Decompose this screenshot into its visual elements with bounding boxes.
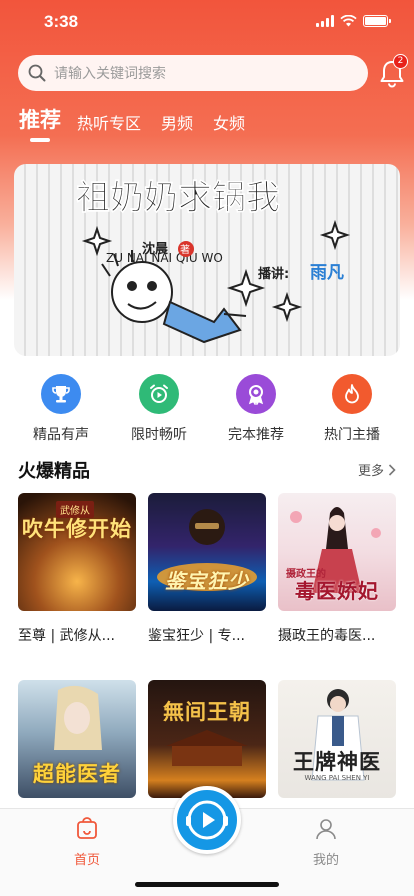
status-bar: 3:38: [0, 0, 414, 48]
cover-title: 毒医娇妃: [295, 579, 379, 603]
cover-title: 鉴宝狂少: [165, 569, 249, 593]
quick-entry-label: 精品有声: [33, 427, 89, 443]
quick-entry-limited-free[interactable]: 限时畅听: [109, 374, 209, 444]
nav-home[interactable]: 首页: [57, 817, 117, 868]
book-cover: 武修从 吹牛修开始: [18, 493, 136, 611]
quick-entry-row: 精品有声 限时畅听 完本推荐 热门主播: [0, 374, 414, 444]
book-cover: 超能医者: [18, 680, 136, 798]
book-cover: 王牌神医 WANG PAI SHEN YI: [278, 680, 396, 798]
home-indicator: [135, 882, 279, 887]
notification-badge: 2: [393, 54, 408, 69]
featured-banner[interactable]: 祖奶奶求锅我 ZU NAI NAI QIU WO 沈晨 著 播讲: 雨凡: [14, 164, 400, 356]
cover-title: 無间王朝: [163, 699, 251, 724]
tab-recommend[interactable]: 推荐: [19, 104, 61, 134]
more-label: 更多: [357, 464, 384, 479]
banner-title-line1: 祖奶奶求锅我: [76, 178, 280, 218]
tab-female[interactable]: 女频: [213, 110, 245, 134]
banner-author: 沈晨: [142, 241, 169, 257]
book-card[interactable]: 鉴宝狂少 鉴宝狂少 | 专...: [148, 493, 266, 645]
person-icon: [316, 819, 336, 840]
banner-narrator-label: 播讲:: [258, 266, 289, 282]
quick-entry-premium-audio[interactable]: 精品有声: [11, 374, 111, 444]
book-title: 摄政王的毒医...: [278, 628, 376, 644]
quick-entry-hot-anchors[interactable]: 热门主播: [302, 374, 402, 444]
book-title: 至尊 | 武修从...: [18, 628, 115, 644]
tab-male[interactable]: 男频: [161, 110, 193, 134]
banner-author-seal: 著: [180, 243, 190, 256]
flame-icon: [332, 374, 372, 414]
book-card[interactable]: 摄政王的 毒医娇妃 摄政王的毒医...: [278, 493, 396, 645]
quick-entry-label: 限时畅听: [131, 427, 187, 443]
nav-home-label: 首页: [73, 853, 100, 868]
trophy-icon: [41, 374, 81, 414]
cover-title: 王牌神医: [293, 749, 381, 774]
chevron-right-icon: [388, 463, 396, 476]
cellular-signal-icon: [316, 15, 334, 27]
nav-mine-label: 我的: [312, 853, 339, 868]
quick-entry-label: 完本推荐: [228, 427, 284, 443]
book-card[interactable]: 王牌神医 WANG PAI SHEN YI: [278, 680, 396, 812]
book-cover: 無间王朝: [148, 680, 266, 798]
book-card[interactable]: 超能医者: [18, 680, 136, 812]
play-icon: [186, 800, 228, 840]
status-icons: [316, 15, 391, 27]
search-placeholder: 请输入关键词搜索: [54, 66, 166, 82]
section-title: 火爆精品: [18, 461, 90, 482]
category-tabs: 推荐 热听专区 男频 女频: [19, 104, 265, 134]
cover-title: 超能医者: [33, 762, 121, 786]
battery-icon: [363, 15, 391, 27]
medal-icon: [236, 374, 276, 414]
cartoon-character: [81, 219, 351, 344]
book-cover: 鉴宝狂少: [148, 493, 266, 611]
home-icon: [77, 817, 97, 839]
quick-entry-completed[interactable]: 完本推荐: [206, 374, 306, 444]
cover-subtitle: WANG PAI SHEN YI: [304, 774, 370, 782]
book-card[interactable]: 武修从 吹牛修开始 至尊 | 武修从...: [18, 493, 136, 645]
book-cover: 摄政王的 毒医娇妃: [278, 493, 396, 611]
tab-hot-listening[interactable]: 热听专区: [77, 110, 141, 134]
quick-entry-label: 热门主播: [324, 427, 380, 443]
banner-artwork: 祖奶奶求锅我 ZU NAI NAI QIU WO 沈晨 著 播讲: 雨凡: [76, 178, 351, 344]
nav-mine[interactable]: 我的: [296, 817, 356, 868]
search-icon: [28, 64, 46, 82]
more-link[interactable]: 更多: [358, 460, 396, 479]
search-input[interactable]: 请输入关键词搜索: [18, 55, 368, 91]
active-tab-indicator: [30, 138, 50, 142]
player-button[interactable]: [173, 786, 241, 854]
alarm-clock-icon: [139, 374, 179, 414]
book-title: 鉴宝狂少 | 专...: [148, 628, 245, 644]
wifi-icon: [340, 15, 357, 27]
status-time: 3:38: [44, 12, 79, 31]
cover-title: 吹牛修开始: [22, 517, 132, 541]
banner-narrator: 雨凡: [310, 263, 344, 283]
